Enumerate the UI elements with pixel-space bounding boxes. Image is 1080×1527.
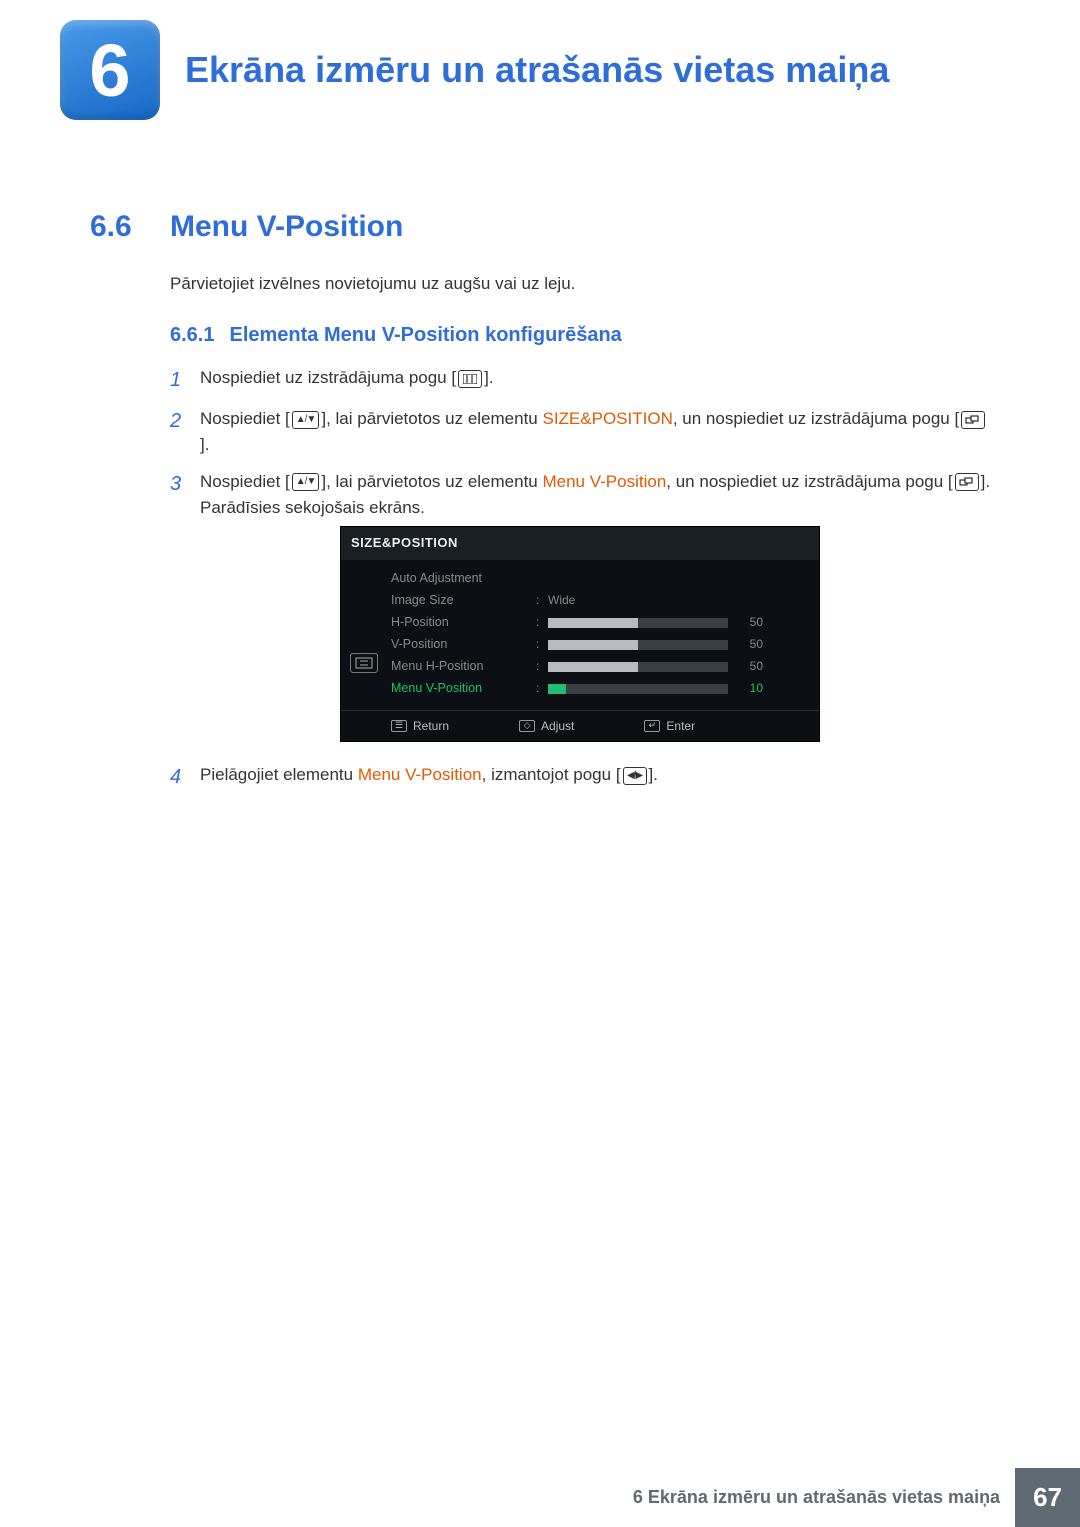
page-footer: 6 Ekrāna izmēru un atrašanās vietas maiņ… <box>0 1468 1080 1527</box>
footer-chapter-title: 6 Ekrāna izmēru un atrašanās vietas maiņ… <box>633 1487 1015 1508</box>
step-number: 1 <box>170 365 200 396</box>
subsection-title: Elementa Menu V-Position konfigurēšana <box>229 324 621 347</box>
osd-row-auto-adjustment: Auto Adjustment <box>386 568 804 590</box>
section-number: 6.6 <box>90 210 170 244</box>
osd-footer: ☰Return ◇Adjust ↵Enter <box>341 711 819 742</box>
step-number: 3 <box>170 469 200 752</box>
step-number: 4 <box>170 762 200 793</box>
section-heading: 6.6 Menu V-Position <box>90 210 995 244</box>
size-position-icon <box>350 653 378 673</box>
osd-return-hint: ☰Return <box>391 717 449 736</box>
step-text: Nospiediet [▲/▼], lai pārvietotos uz ele… <box>200 406 995 459</box>
page-content: 6.6 Menu V-Position Pārvietojiet izvēlne… <box>0 120 1080 793</box>
chapter-number-badge: 6 <box>60 20 160 120</box>
step-number: 2 <box>170 406 200 459</box>
step-4: 4 Pielāgojiet elementu Menu V-Position, … <box>170 762 995 793</box>
osd-row-image-size: Image Size: Wide <box>386 590 804 612</box>
up-down-icon: ▲/▼ <box>292 411 320 429</box>
step-list: 1 Nospiediet uz izstrādājuma pogu []. 2 … <box>170 365 995 793</box>
osd-adjust-hint: ◇Adjust <box>519 717 574 736</box>
highlight-menuvposition: Menu V-Position <box>542 472 666 491</box>
enter-icon <box>961 411 985 429</box>
subsection-heading: 6.6.1 Elementa Menu V-Position konfigurē… <box>170 324 995 347</box>
osd-row-h-position: H-Position: 50 <box>386 612 804 634</box>
step-text: Nospiediet uz izstrādājuma pogu []. <box>200 365 995 396</box>
chapter-title: Ekrāna izmēru un atrašanās vietas maiņa <box>185 49 889 91</box>
osd-enter-hint: ↵Enter <box>644 717 695 736</box>
page-header: 6 Ekrāna izmēru un atrašanās vietas maiņ… <box>0 0 1080 120</box>
section-title: Menu V-Position <box>170 210 403 244</box>
osd-list: Auto Adjustment Image Size: Wide H-Posit… <box>386 560 819 706</box>
section-intro-text: Pārvietojiet izvēlnes novietojumu uz aug… <box>170 274 995 294</box>
osd-panel: SIZE&POSITION Auto Adjustment <box>340 526 820 742</box>
osd-category-icon-column <box>341 560 386 706</box>
up-down-icon: ▲/▼ <box>292 473 320 491</box>
step-text: Pielāgojiet elementu Menu V-Position, iz… <box>200 762 995 793</box>
osd-row-menu-v-position: Menu V-Position: 10 <box>386 678 804 700</box>
enter-icon <box>955 473 979 491</box>
osd-title: SIZE&POSITION <box>341 527 819 559</box>
enter-icon: ↵ <box>644 720 660 732</box>
highlight-sizeposition: SIZE&POSITION <box>542 409 672 428</box>
step-2: 2 Nospiediet [▲/▼], lai pārvietotos uz e… <box>170 406 995 459</box>
step-3: 3 Nospiediet [▲/▼], lai pārvietotos uz e… <box>170 469 995 752</box>
highlight-menuvposition: Menu V-Position <box>358 765 482 784</box>
adjust-icon: ◇ <box>519 720 535 732</box>
return-icon: ☰ <box>391 720 407 732</box>
step-1: 1 Nospiediet uz izstrādājuma pogu []. <box>170 365 995 396</box>
subsection-number: 6.6.1 <box>170 324 214 347</box>
osd-row-menu-h-position: Menu H-Position: 50 <box>386 656 804 678</box>
osd-row-v-position: V-Position: 50 <box>386 634 804 656</box>
footer-page-number: 67 <box>1015 1468 1080 1527</box>
step-text: Nospiediet [▲/▼], lai pārvietotos uz ele… <box>200 469 995 752</box>
menu-icon <box>458 370 482 388</box>
left-right-icon: ◀/▶ <box>623 767 647 785</box>
